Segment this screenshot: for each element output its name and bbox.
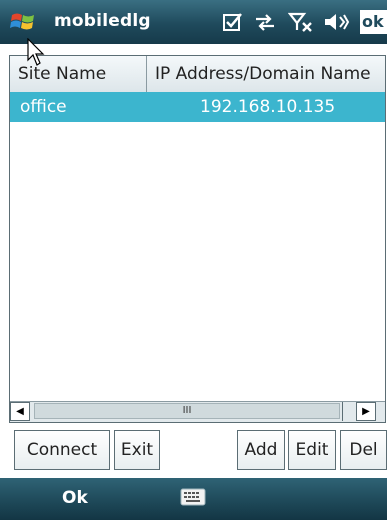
scroll-thumb[interactable]: III (34, 403, 340, 419)
tasks-icon[interactable] (222, 10, 244, 34)
left-soft-key[interactable]: Ok (62, 488, 88, 508)
signal-off-icon[interactable] (288, 10, 314, 34)
scroll-right-button[interactable]: ▶ (356, 402, 376, 421)
add-button[interactable]: Add (237, 430, 285, 470)
ok-button[interactable]: ok (360, 10, 387, 34)
windows-flag-icon[interactable] (10, 9, 36, 35)
app-title: mobiledlg (54, 11, 151, 31)
connect-button[interactable]: Connect (14, 430, 110, 470)
column-header-ip-address[interactable]: IP Address/Domain Name (147, 56, 385, 92)
scroll-left-button[interactable]: ◀ (10, 402, 30, 421)
del-button[interactable]: Del (340, 430, 387, 470)
horizontal-scrollbar[interactable]: ◀ III ▶ (10, 401, 385, 422)
list-header: Site Name IP Address/Domain Name (10, 56, 385, 93)
exit-button[interactable]: Exit (114, 430, 160, 470)
speaker-icon[interactable] (322, 10, 350, 34)
site-list[interactable]: Site Name IP Address/Domain Name office … (9, 55, 386, 423)
keyboard-icon[interactable] (180, 488, 206, 506)
edit-button[interactable]: Edit (288, 430, 336, 470)
title-bar: mobiledlg ok (0, 0, 387, 44)
ip-address-cell: 192.168.10.135 (200, 97, 336, 117)
site-name-cell: office (20, 97, 67, 117)
soft-key-bar: Ok (0, 478, 387, 520)
connectivity-icon[interactable] (253, 10, 277, 34)
mouse-cursor-icon (27, 38, 45, 66)
list-item[interactable]: office 192.168.10.135 (10, 92, 385, 122)
scroll-track-end (342, 402, 356, 421)
